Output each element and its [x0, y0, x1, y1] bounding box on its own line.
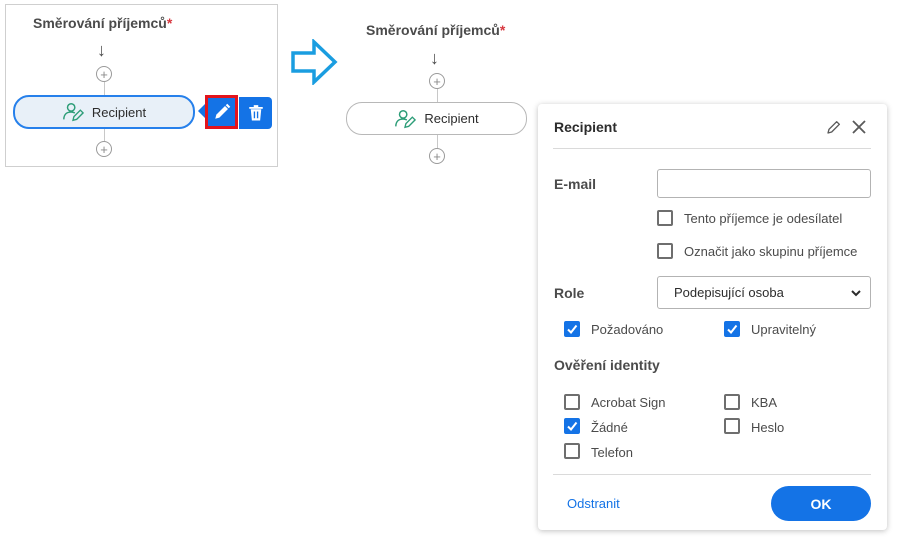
- after-heading-text: Směrování příjemců: [366, 22, 500, 38]
- arrow-down-icon: ↓: [97, 40, 106, 60]
- identity-option-none-checkbox[interactable]: [564, 418, 580, 434]
- edit-pointer: [198, 104, 205, 118]
- role-label: Role: [554, 285, 585, 301]
- required-label: Požadováno: [591, 322, 664, 337]
- right-arrow-icon: [291, 39, 338, 85]
- role-select[interactable]: Podepisující osoba: [657, 276, 871, 309]
- sender-checkbox-label: Tento příjemce je odesílatel: [684, 211, 843, 226]
- required-mark: *: [166, 15, 173, 31]
- identity-label: Ověření identity: [554, 357, 660, 373]
- checkmark-icon: [567, 324, 578, 335]
- chevron-down-icon: [851, 289, 861, 296]
- after-heading: Směrování příjemců*: [366, 22, 505, 38]
- connector-line: [437, 135, 438, 148]
- identity-option-phone-label: Telefon: [591, 445, 633, 460]
- plus-circle-icon[interactable]: +: [429, 148, 445, 164]
- required-checkbox[interactable]: [564, 321, 580, 337]
- identity-option-password-label: Heslo: [751, 420, 785, 435]
- editable-label: Upravitelný: [751, 322, 817, 337]
- connector-line: [104, 129, 105, 141]
- identity-option-kba-label: KBA: [751, 395, 778, 410]
- identity-option-none-label: Žádné: [591, 420, 628, 435]
- trash-icon: [248, 105, 263, 121]
- arrow-down-icon: ↓: [430, 48, 439, 68]
- checkmark-icon: [727, 324, 738, 335]
- delete-button[interactable]: [239, 97, 272, 129]
- edit-button[interactable]: [205, 95, 238, 129]
- identity-option-acrobat-sign-checkbox[interactable]: [564, 394, 580, 410]
- required-mark: *: [499, 22, 506, 38]
- connector-line: [104, 82, 105, 96]
- recipient-popover: [538, 104, 887, 530]
- ok-button[interactable]: OK: [771, 486, 871, 521]
- popover-title: Recipient: [554, 119, 618, 135]
- plus-circle-icon[interactable]: +: [429, 73, 445, 89]
- remove-link[interactable]: Odstranit: [567, 496, 620, 511]
- before-heading: Směrování příjemců*: [33, 15, 172, 31]
- role-value: Podepisující osoba: [674, 285, 784, 300]
- recipient-node[interactable]: Recipient: [346, 102, 527, 135]
- sender-checkbox[interactable]: [657, 210, 673, 226]
- identity-option-phone-checkbox[interactable]: [564, 443, 580, 459]
- recipient-label: Recipient: [91, 104, 147, 120]
- checkmark-icon: [567, 421, 578, 432]
- email-label: E-mail: [554, 176, 597, 192]
- divider: [553, 148, 871, 149]
- identity-option-password-checkbox[interactable]: [724, 418, 740, 434]
- plus-circle-icon[interactable]: +: [96, 141, 112, 157]
- recipient-node-selected[interactable]: Recipient: [13, 95, 195, 129]
- pencil-icon[interactable]: [826, 119, 842, 135]
- editable-checkbox[interactable]: [724, 321, 740, 337]
- group-checkbox-label: Označit jako skupinu příjemce: [684, 244, 858, 259]
- group-checkbox[interactable]: [657, 243, 673, 259]
- pencil-icon: [214, 103, 230, 119]
- divider: [553, 474, 871, 475]
- recipient-label: Recipient: [424, 111, 479, 126]
- identity-option-kba-checkbox[interactable]: [724, 394, 740, 410]
- before-heading-text: Směrování příjemců: [33, 15, 167, 31]
- plus-circle-icon[interactable]: +: [96, 66, 112, 82]
- connector-line: [437, 89, 438, 103]
- identity-option-acrobat-sign-label: Acrobat Sign: [591, 395, 666, 410]
- email-field[interactable]: [657, 169, 871, 198]
- recipient-signer-icon: [62, 103, 84, 122]
- close-icon[interactable]: [851, 119, 867, 135]
- recipient-signer-icon: [395, 109, 417, 128]
